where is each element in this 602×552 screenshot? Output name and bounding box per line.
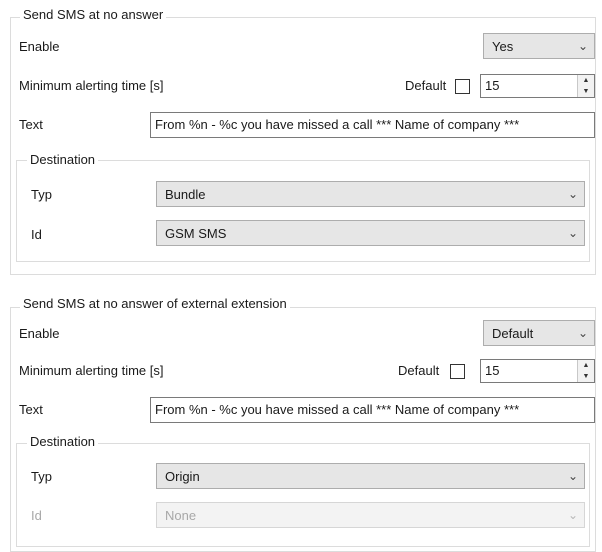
min-alert-label: Minimum alerting time [s]	[19, 78, 164, 93]
default-checkbox-2[interactable]	[450, 364, 465, 379]
enable-label-2: Enable	[19, 326, 60, 341]
typ-select-value: Bundle	[165, 186, 206, 202]
enable-label: Enable	[19, 39, 60, 54]
enable-select-2[interactable]: Default ⌄	[483, 320, 595, 346]
chevron-down-icon: ⌄	[577, 326, 589, 340]
default-label-2: Default	[398, 363, 440, 378]
default-label: Default	[405, 78, 447, 93]
id-label-2: Id	[31, 508, 42, 523]
destination-group	[16, 160, 590, 262]
section-no-answer-title: Send SMS at no answer	[20, 7, 167, 23]
typ-select[interactable]: Bundle ⌄	[156, 181, 585, 207]
spin-updown-icon[interactable]: ▲ ▼	[577, 75, 594, 97]
min-alert-value-2: 15	[485, 363, 500, 378]
id-select-value-2: None	[165, 507, 197, 523]
enable-select-value: Yes	[492, 38, 514, 54]
chevron-down-icon: ⌄	[577, 39, 589, 53]
typ-label-2: Typ	[31, 469, 52, 484]
id-select[interactable]: GSM SMS ⌄	[156, 220, 585, 246]
typ-label: Typ	[31, 187, 52, 202]
destination-title: Destination	[27, 152, 99, 168]
enable-select[interactable]: Yes ⌄	[483, 33, 595, 59]
id-select-value: GSM SMS	[165, 225, 227, 241]
section-external-extension-title: Send SMS at no answer of external extens…	[20, 296, 290, 312]
id-select-2: None ⌄	[156, 502, 585, 528]
id-label: Id	[31, 227, 42, 242]
text-field[interactable]: From %n - %c you have missed a call *** …	[150, 112, 595, 138]
chevron-down-icon: ⌄	[567, 226, 579, 240]
chevron-down-icon: ⌄	[567, 187, 579, 201]
text-label: Text	[19, 117, 43, 132]
destination-title-2: Destination	[27, 434, 99, 450]
chevron-down-icon: ⌄	[567, 469, 579, 483]
enable-select-value-2: Default	[492, 325, 534, 341]
spin-updown-icon[interactable]: ▲ ▼	[577, 360, 594, 382]
min-alert-stepper-2[interactable]: 15 ▲ ▼	[480, 359, 595, 383]
text-field-2[interactable]: From %n - %c you have missed a call *** …	[150, 397, 595, 423]
text-label-2: Text	[19, 402, 43, 417]
typ-select-2[interactable]: Origin ⌄	[156, 463, 585, 489]
destination-group-2	[16, 443, 590, 547]
min-alert-label-2: Minimum alerting time [s]	[19, 363, 164, 378]
min-alert-value: 15	[485, 78, 500, 93]
chevron-down-icon: ⌄	[567, 508, 579, 522]
typ-select-value-2: Origin	[165, 468, 200, 484]
default-checkbox[interactable]	[455, 79, 470, 94]
min-alert-stepper[interactable]: 15 ▲ ▼	[480, 74, 595, 98]
